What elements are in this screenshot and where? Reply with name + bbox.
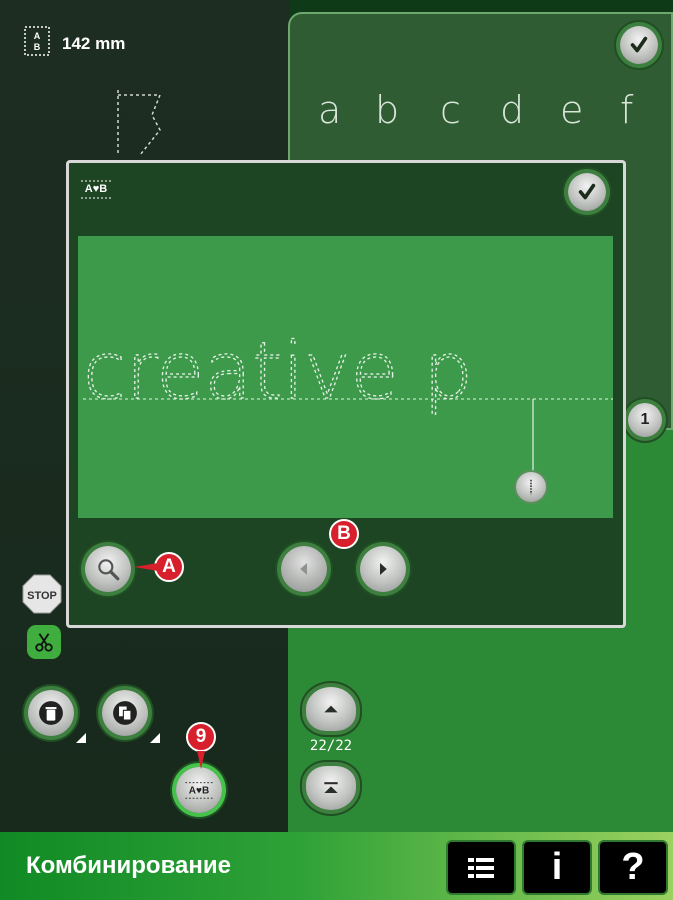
text-edit-button[interactable]: A♥B: [176, 767, 222, 813]
embroidery-preview-decor: [117, 90, 162, 156]
cut-thread-button[interactable]: [27, 625, 61, 659]
letter-b[interactable]: b: [375, 88, 399, 132]
page-button-partial[interactable]: 1: [628, 403, 662, 437]
scroll-left-button[interactable]: [281, 546, 327, 592]
callout-b: B: [329, 519, 359, 549]
text-block-icon: A♥B: [81, 180, 111, 199]
letter-c[interactable]: c: [440, 88, 461, 132]
delete-button[interactable]: [28, 690, 74, 736]
page-indicator: 22/22: [309, 738, 353, 754]
preview-text: creative p: [83, 327, 473, 417]
stop-label: STOP: [27, 590, 57, 602]
callout-a: A: [154, 552, 184, 582]
copy-icon: [113, 701, 137, 725]
letter-e[interactable]: e: [560, 88, 583, 132]
magnifier-icon: [98, 559, 120, 581]
scroll-right-button[interactable]: [360, 546, 406, 592]
scissors-icon: [35, 633, 53, 652]
callout-9: 9: [186, 722, 216, 752]
copy-button[interactable]: [102, 690, 148, 736]
embroidery-width-label: 142 mm: [62, 34, 126, 53]
callout-a-pointer: [134, 563, 158, 571]
scroll-up-button[interactable]: [306, 687, 356, 731]
letter-f[interactable]: f: [620, 88, 633, 132]
stop-icon[interactable]: STOP: [22, 574, 62, 614]
arrow-right-icon: [380, 563, 387, 575]
screen-title: Комбинирование: [26, 852, 231, 879]
letter-a[interactable]: a: [318, 88, 341, 132]
checkmark-icon: [630, 36, 648, 53]
svg-text:A♥B: A♥B: [85, 183, 107, 195]
zoom-button[interactable]: [85, 546, 131, 592]
help-button[interactable]: ?: [598, 840, 668, 895]
text-block-icon: A♥B: [185, 782, 213, 799]
letter-d[interactable]: d: [500, 88, 524, 132]
needle-position-icon: [516, 472, 546, 502]
copy-menu-indicator: [150, 733, 160, 743]
trash-icon: [39, 701, 63, 725]
list-icon: [468, 857, 494, 878]
arrow-up-end-icon: [324, 782, 338, 793]
page-button-label: 1: [640, 411, 650, 428]
popup-confirm-button[interactable]: [568, 173, 606, 211]
arrow-left-icon: [300, 563, 307, 575]
checkmark-icon: [578, 183, 596, 200]
text-block-icon: A B: [24, 26, 50, 56]
scroll-to-end-button[interactable]: [306, 766, 356, 810]
svg-text:B: B: [34, 42, 41, 52]
info-button[interactable]: i: [522, 840, 592, 895]
arrow-up-icon: [324, 705, 338, 713]
callout-9-pointer: [197, 751, 205, 769]
delete-menu-indicator: [76, 733, 86, 743]
menu-button[interactable]: [446, 840, 516, 895]
svg-text:A♥B: A♥B: [189, 786, 209, 797]
confirm-button-top[interactable]: [620, 26, 658, 64]
svg-text:A: A: [34, 31, 41, 41]
